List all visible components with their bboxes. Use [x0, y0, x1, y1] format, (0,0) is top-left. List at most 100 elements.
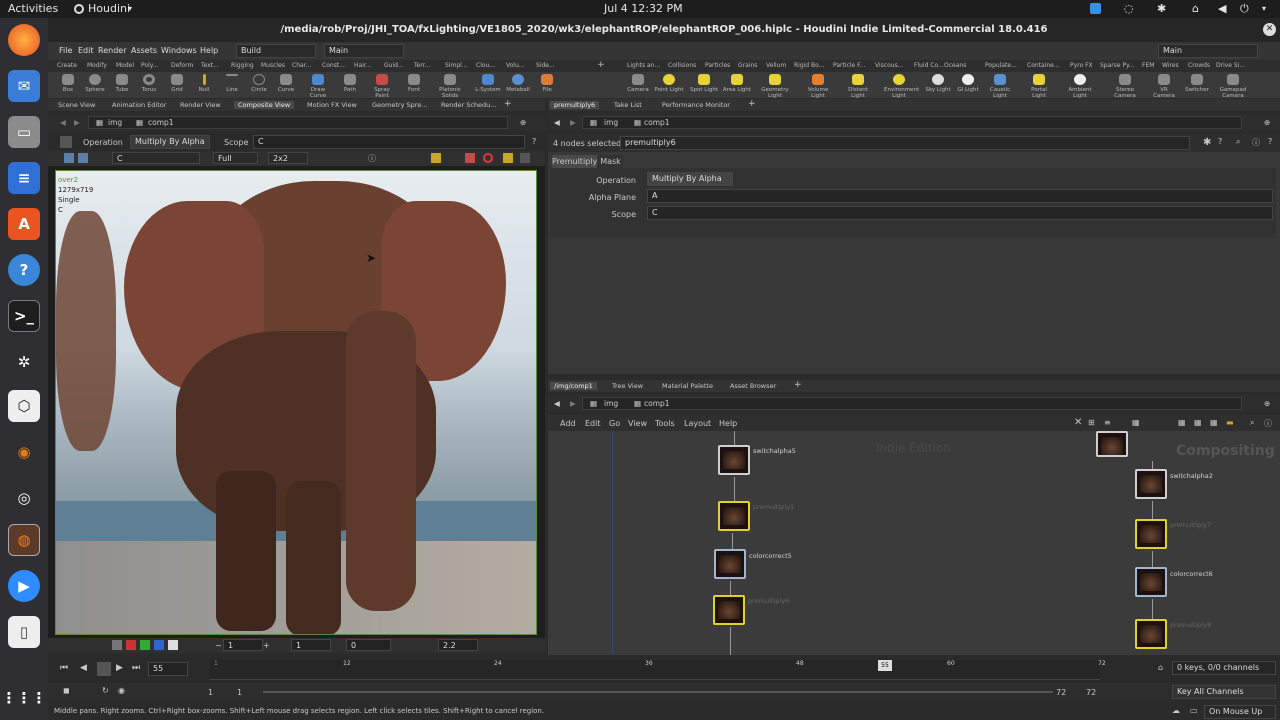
- scope-field[interactable]: C: [253, 135, 525, 149]
- app-icon[interactable]: ⬡: [8, 390, 40, 422]
- snapshot-icon[interactable]: [483, 153, 493, 163]
- shelf-tab[interactable]: Containe...: [1027, 62, 1060, 69]
- green-channel-icon[interactable]: [140, 640, 150, 650]
- power-icon[interactable]: ⏻: [1240, 2, 1249, 16]
- operation-select[interactable]: Multiply By Alpha: [130, 135, 210, 149]
- desktop-select[interactable]: Build: [236, 44, 316, 58]
- net-menu-add[interactable]: Add: [560, 419, 576, 428]
- blender-icon[interactable]: ◉: [8, 436, 40, 468]
- tool-draw-curve[interactable]: Draw Curve: [303, 74, 333, 99]
- path-net[interactable]: img: [604, 399, 618, 408]
- tool-circle[interactable]: Circle: [244, 74, 274, 93]
- tab-asset-browser[interactable]: Asset Browser: [726, 382, 780, 390]
- tool-l-system[interactable]: L-System: [473, 74, 503, 93]
- tray-app-icon[interactable]: [1090, 3, 1101, 14]
- tab-material-palette[interactable]: Material Palette: [658, 382, 717, 390]
- pin-icon[interactable]: ⊕: [520, 118, 526, 127]
- tools-icon[interactable]: ✕: [1074, 417, 1082, 428]
- loop-icon[interactable]: ↻: [102, 686, 109, 695]
- tool-platonic-solids[interactable]: Platonic Solids: [435, 74, 465, 99]
- net-menu-go[interactable]: Go: [609, 419, 620, 428]
- tool-gi-light[interactable]: GI Light: [953, 74, 983, 93]
- tool-sphere[interactable]: Sphere: [80, 74, 110, 93]
- tool-portal-light[interactable]: Portal Light: [1024, 74, 1054, 99]
- tool-camera[interactable]: Camera: [623, 74, 653, 93]
- network-editor[interactable]: Indie Edition Compositing switchalpha5 p…: [548, 431, 1280, 655]
- add-tab-icon[interactable]: +: [790, 380, 806, 390]
- shelf-tab[interactable]: Wires: [1162, 62, 1179, 69]
- exposure-field[interactable]: 1: [291, 639, 331, 651]
- shelf-tab[interactable]: Const...: [322, 62, 345, 69]
- document-icon[interactable]: ≡: [8, 162, 40, 194]
- plane-select[interactable]: C: [112, 152, 200, 164]
- firefox-icon[interactable]: [8, 24, 40, 56]
- folder-icon[interactable]: ▬: [1226, 418, 1234, 427]
- range-end[interactable]: 72: [1056, 688, 1066, 697]
- close-icon[interactable]: ✕: [1263, 23, 1276, 36]
- tool-box[interactable]: Box: [53, 74, 83, 93]
- shelf-tab[interactable]: Vellum: [766, 62, 786, 69]
- range-end-2[interactable]: 72: [1086, 688, 1096, 697]
- forward-arrow-icon[interactable]: ▶: [74, 118, 80, 127]
- mail-icon[interactable]: ✉: [8, 70, 40, 102]
- timeline-ruler[interactable]: 1 12 24 36 48 55 60 72: [210, 660, 1106, 680]
- shelf-tab[interactable]: Sparse Py...: [1100, 62, 1135, 69]
- shelf-tab[interactable]: Modify: [87, 62, 107, 69]
- shelf-tab[interactable]: Populate...: [985, 62, 1017, 69]
- shelf-tab[interactable]: Crowds: [1188, 62, 1210, 69]
- resolution-select[interactable]: Full: [213, 152, 258, 164]
- shelf-tab[interactable]: Particle F...: [833, 62, 865, 69]
- shelf-tab[interactable]: Drive Si...: [1216, 62, 1245, 69]
- net-menu-view[interactable]: View: [628, 419, 647, 428]
- play-icon[interactable]: ▶: [116, 663, 123, 673]
- minus-icon[interactable]: −: [215, 641, 222, 650]
- tab-premultiply[interactable]: Premultiply: [552, 155, 597, 168]
- net-menu-help[interactable]: Help: [719, 419, 737, 428]
- shelf-tab[interactable]: Simpl...: [445, 62, 468, 69]
- tab-performance-monitor[interactable]: Performance Monitor: [658, 101, 734, 109]
- shelf-tab[interactable]: Rigging: [231, 62, 254, 69]
- view-icon[interactable]: [64, 153, 74, 163]
- shelf-tab[interactable]: Viscous...: [875, 62, 903, 69]
- files-icon[interactable]: ▭: [8, 116, 40, 148]
- shelf-tab[interactable]: Deform: [171, 62, 193, 69]
- channel-icon[interactable]: [112, 640, 122, 650]
- shelf-tab[interactable]: Grains: [738, 62, 757, 69]
- tool-path[interactable]: Path: [335, 74, 365, 93]
- tab-geometry-spreadsheet[interactable]: Geometry Spre...: [368, 101, 431, 109]
- skip-start-icon[interactable]: ⏮: [60, 663, 68, 673]
- view-icon[interactable]: [78, 153, 88, 163]
- stop-icon[interactable]: [97, 662, 111, 676]
- gamma-field[interactable]: 2.2: [438, 639, 478, 651]
- tab-parameters[interactable]: premultiply6: [550, 101, 600, 109]
- back-arrow-icon[interactable]: ◀: [554, 118, 560, 127]
- path-node[interactable]: comp1: [148, 118, 174, 127]
- menu-file[interactable]: File: [59, 46, 72, 55]
- audio-icon[interactable]: ◉: [118, 686, 125, 695]
- shelf-tab[interactable]: Create: [57, 62, 77, 69]
- tool-sky-light[interactable]: Sky Light: [923, 74, 953, 93]
- shelf-tab[interactable]: Terr...: [414, 62, 430, 69]
- gear-icon[interactable]: ✱: [1203, 137, 1211, 148]
- node-switchalpha5[interactable]: [718, 445, 750, 475]
- display-icon[interactable]: [431, 153, 441, 163]
- shelf-tab[interactable]: Poly...: [141, 62, 158, 69]
- tool-grid[interactable]: Grid: [162, 74, 192, 93]
- param-operation-select[interactable]: Multiply By Alpha: [647, 172, 733, 186]
- forward-arrow-icon[interactable]: ▶: [570, 399, 576, 408]
- tool-environment-light[interactable]: Environment Light: [884, 74, 919, 99]
- tab-motion-fx-view[interactable]: Motion FX View: [303, 101, 361, 109]
- tab-scene-view[interactable]: Scene View: [54, 101, 99, 109]
- tab-render-scheduler[interactable]: Render Schedu...: [437, 101, 500, 109]
- clock[interactable]: Jul 4 12:32 PM: [604, 2, 683, 15]
- shelf-tab[interactable]: Model: [116, 62, 134, 69]
- tab-tree-view[interactable]: Tree View: [608, 382, 647, 390]
- path-node[interactable]: comp1: [644, 118, 670, 127]
- info-icon[interactable]: ⓘ: [1264, 418, 1272, 429]
- tool-distant-light[interactable]: Distant Light: [843, 74, 873, 99]
- back-arrow-icon[interactable]: ◀: [554, 399, 560, 408]
- node-premultiply7[interactable]: [1135, 519, 1167, 549]
- net-menu-edit[interactable]: Edit: [585, 419, 601, 428]
- tool-area-light[interactable]: Area Light: [722, 74, 752, 93]
- tool-tube[interactable]: Tube: [107, 74, 137, 93]
